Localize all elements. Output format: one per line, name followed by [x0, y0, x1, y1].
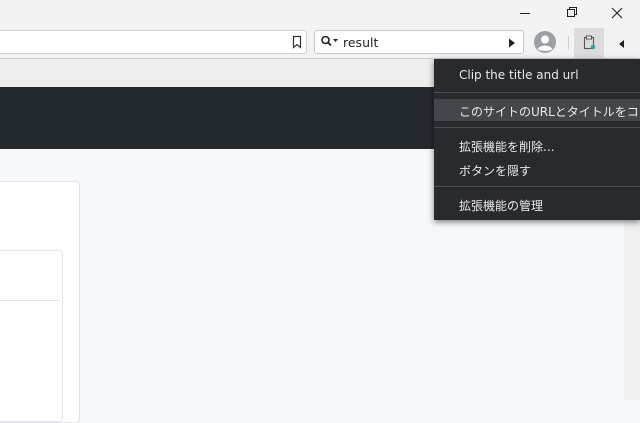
restore-button[interactable]	[548, 0, 594, 28]
inner-card	[0, 250, 63, 422]
inner-card-divider	[0, 300, 60, 301]
menu-separator	[434, 186, 640, 187]
menu-item-label: このサイトのURLとタイトルをコピー	[459, 105, 640, 119]
address-bar[interactable]	[0, 30, 307, 54]
search-box[interactable]: result	[314, 30, 524, 54]
extensions-overflow-button[interactable]	[612, 34, 632, 54]
menu-item-label: 拡張機能を削除...	[459, 140, 555, 154]
bookmark-icon	[292, 35, 302, 49]
search-dropdown-icon	[321, 35, 338, 47]
chevron-left-icon	[619, 40, 624, 48]
menu-item-clip-title-url[interactable]: Clip the title and url	[434, 64, 640, 86]
menu-item-label: Clip the title and url	[459, 68, 579, 82]
close-icon	[611, 7, 623, 19]
menu-item-label: ボタンを隠す	[459, 164, 532, 178]
minimize-button[interactable]	[502, 0, 548, 28]
menu-item-copy-url-title[interactable]: このサイトのURLとタイトルをコピー	[434, 99, 640, 121]
clipboard-extension-icon	[583, 35, 596, 50]
bookmark-button[interactable]	[291, 34, 303, 49]
profile-button[interactable]	[533, 30, 557, 54]
search-query: result	[343, 35, 379, 50]
menu-item-hide-button[interactable]: ボタンを隠す	[434, 158, 640, 180]
menu-item-label: 拡張機能の管理	[459, 199, 544, 213]
menu-item-remove-extension[interactable]: 拡張機能を削除...	[434, 134, 640, 156]
browser-toolbar: result	[0, 28, 640, 58]
menu-separator	[434, 127, 640, 128]
restore-icon	[567, 7, 577, 17]
play-arrow-icon[interactable]	[508, 38, 516, 48]
menu-item-manage-extensions[interactable]: 拡張機能の管理	[434, 193, 640, 215]
close-window-button[interactable]	[594, 0, 640, 28]
toolbar-separator	[568, 36, 569, 50]
minimize-icon	[520, 13, 530, 14]
extension-button[interactable]	[574, 28, 604, 58]
extension-context-menu: Clip the title and url このサイトのURLとタイトルをコピ…	[434, 59, 640, 220]
profile-avatar-icon	[534, 31, 556, 53]
menu-separator	[434, 92, 640, 93]
window-titlebar	[0, 0, 640, 28]
